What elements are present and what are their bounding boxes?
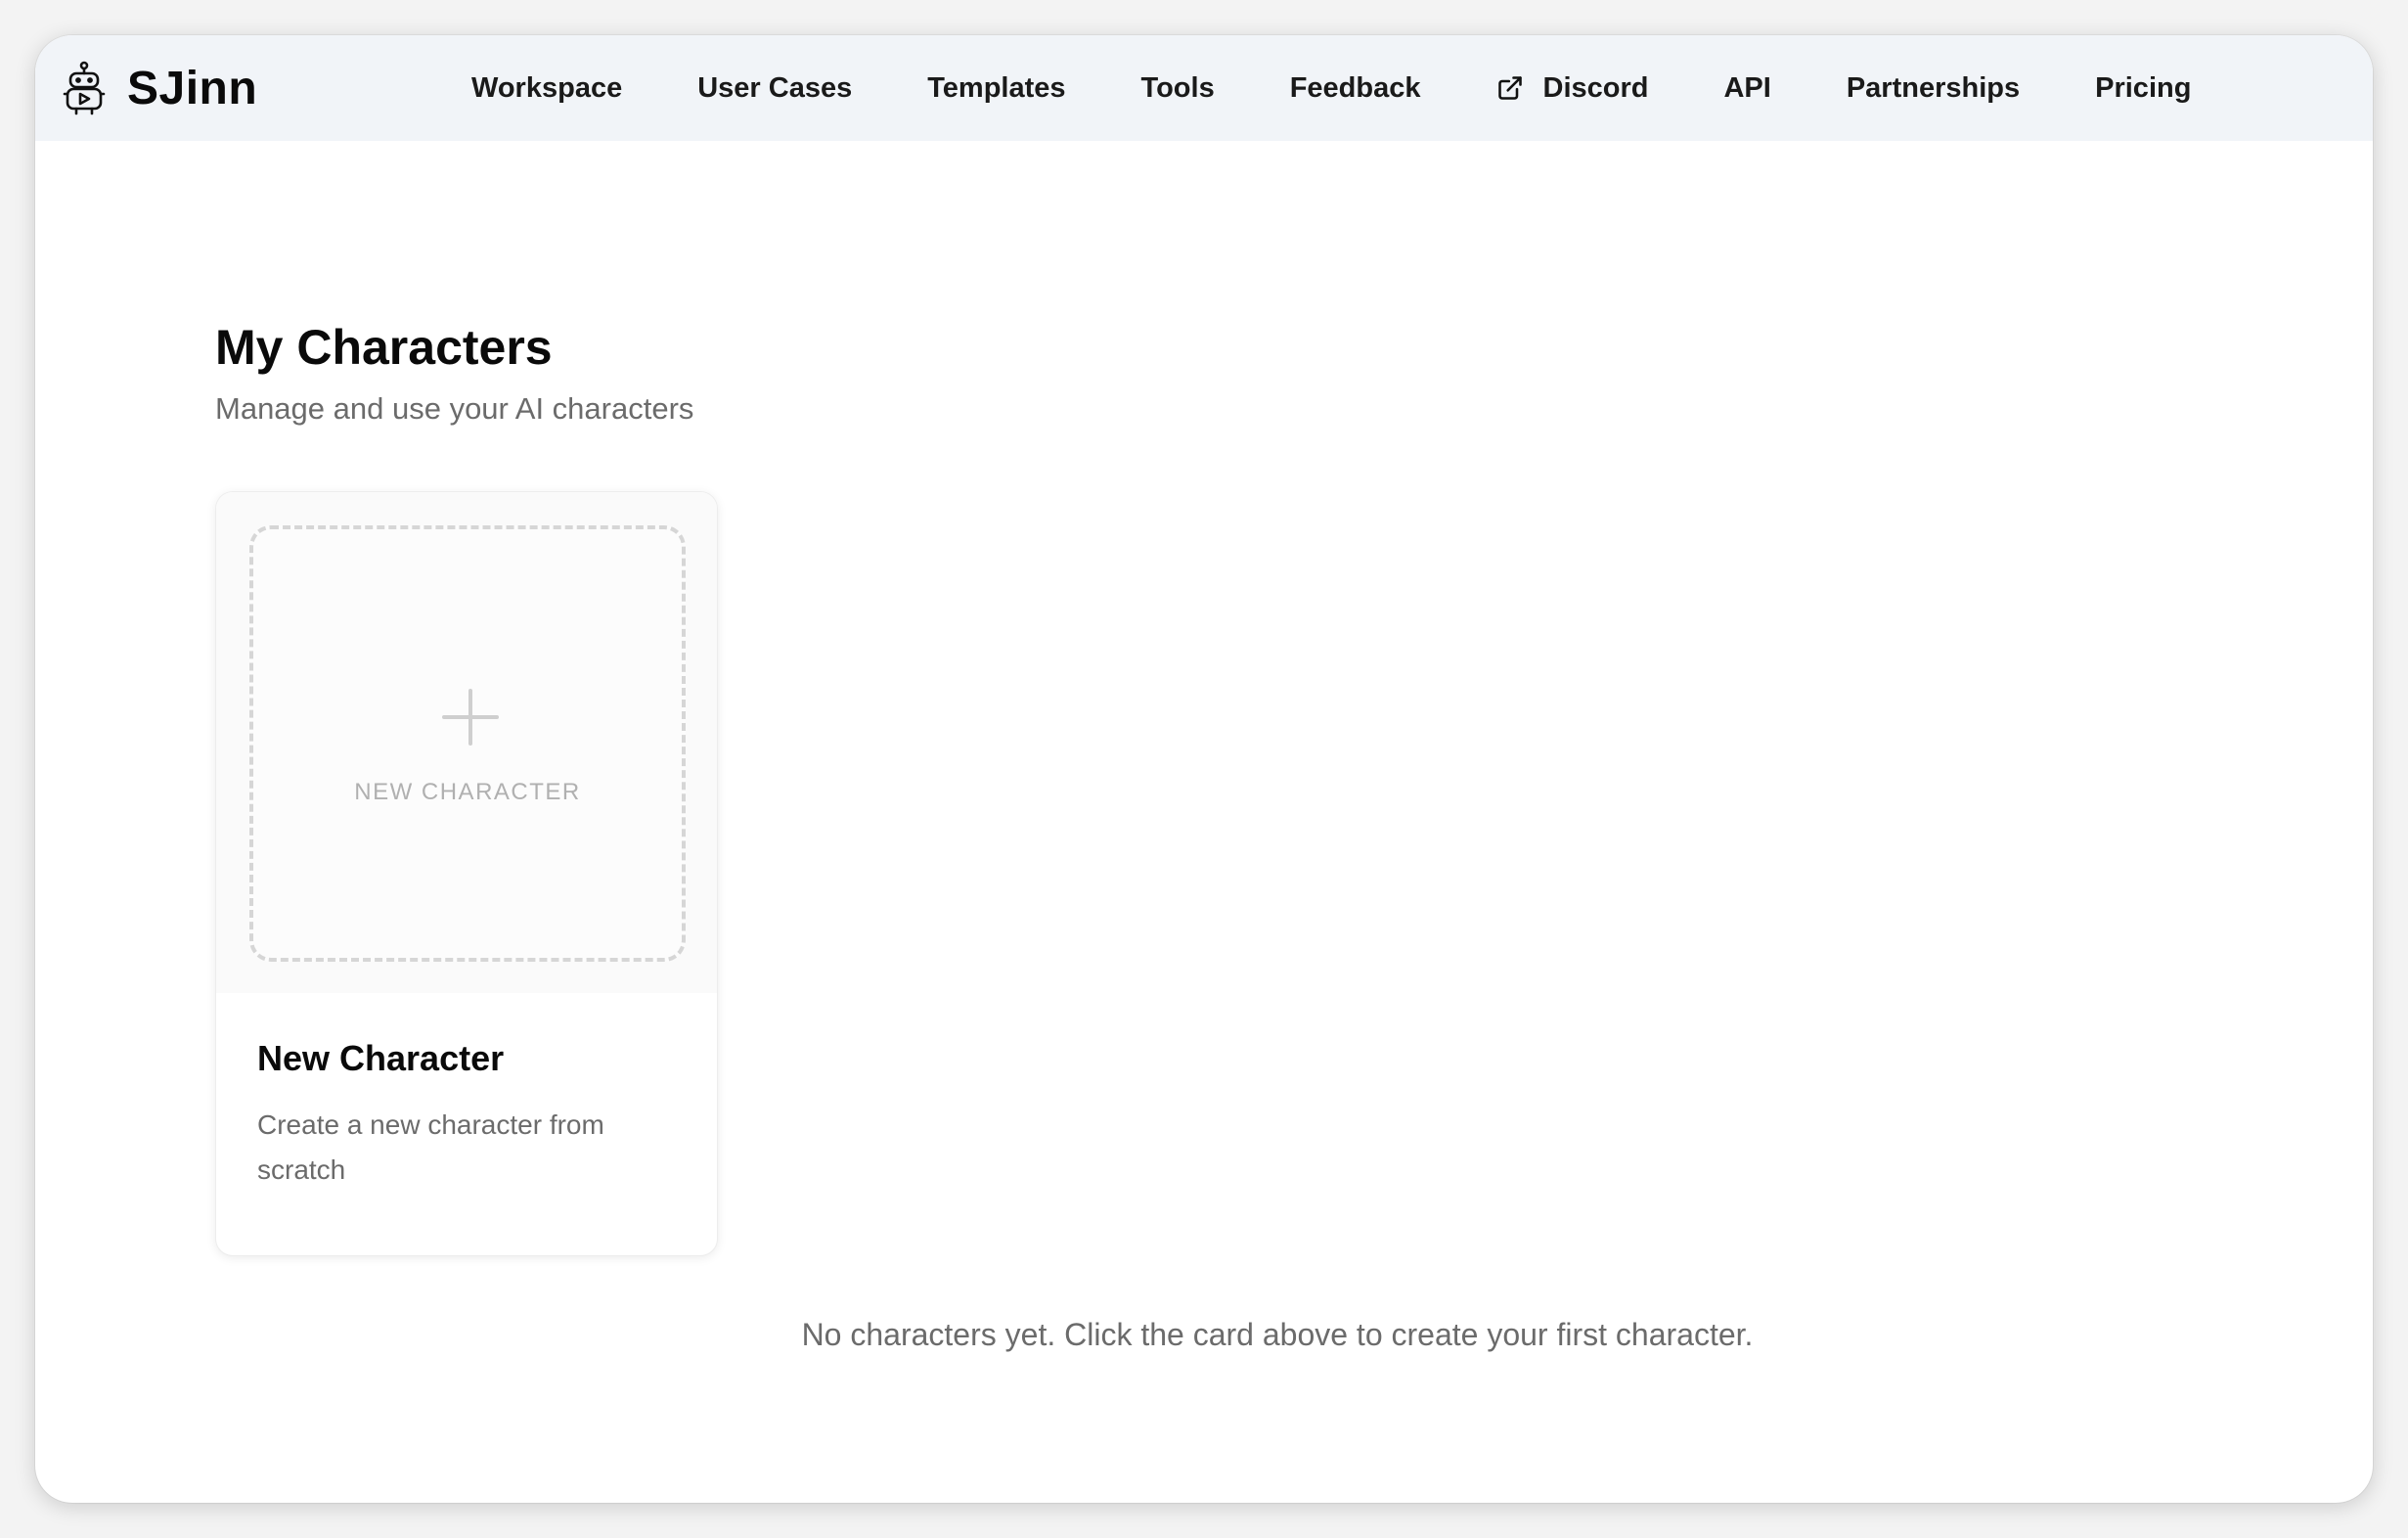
nav-link-user-cases[interactable]: User Cases	[697, 72, 852, 105]
plus-icon	[442, 689, 499, 746]
page-title: My Characters	[215, 320, 553, 375]
external-link-icon	[1497, 76, 1522, 100]
robot-logo-icon	[63, 61, 106, 115]
brand-name: SJinn	[127, 62, 258, 114]
card-title: New Character	[257, 1038, 505, 1078]
brand-logo[interactable]: SJinn	[63, 59, 257, 117]
nav-link-discord-label: Discord	[1542, 71, 1649, 104]
app-window: SJinn Workspace User Cases Templates Too…	[35, 35, 2373, 1503]
page-subtitle: Manage and use your AI characters	[215, 391, 694, 426]
new-character-placeholder[interactable]: NEW CHARACTER	[249, 525, 686, 962]
nav-links: Workspace User Cases Templates Tools Fee…	[471, 35, 2191, 141]
nav-link-workspace[interactable]: Workspace	[471, 72, 622, 105]
nav-link-pricing[interactable]: Pricing	[2095, 72, 2191, 105]
nav-link-api[interactable]: API	[1723, 72, 1770, 105]
new-character-card[interactable]: NEW CHARACTER New Character Create a new…	[215, 491, 718, 1256]
nav-link-tools[interactable]: Tools	[1141, 72, 1215, 105]
nav-link-discord[interactable]: Discord	[1496, 71, 1649, 105]
nav-link-feedback[interactable]: Feedback	[1290, 72, 1421, 105]
placeholder-label: NEW CHARACTER	[354, 779, 581, 805]
top-navbar: SJinn Workspace User Cases Templates Too…	[35, 35, 2373, 141]
empty-state-message: No characters yet. Click the card above …	[801, 1317, 1754, 1352]
card-preview-area: NEW CHARACTER	[216, 492, 717, 993]
card-description: Create a new character from scratch	[257, 1109, 604, 1185]
nav-link-partnerships[interactable]: Partnerships	[1847, 72, 2020, 105]
nav-link-templates[interactable]: Templates	[927, 72, 1065, 105]
